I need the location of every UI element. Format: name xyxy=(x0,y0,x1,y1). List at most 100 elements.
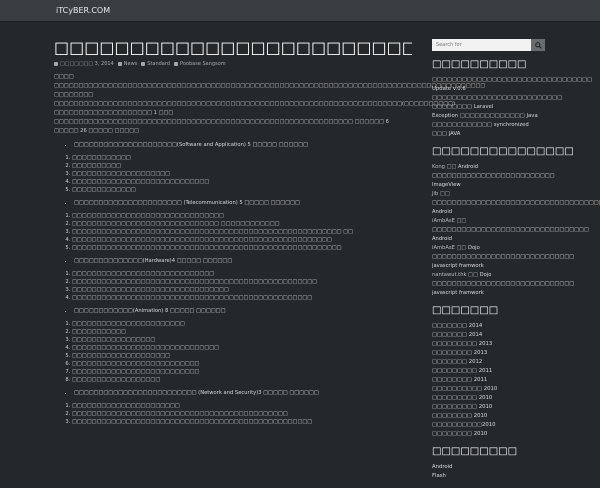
archive-link[interactable]: □□□□□□□□□ 2013 xyxy=(432,340,545,349)
section-heading: □□□□□□□□□□□□□□(Hardware)4 □□□□□ □□□□□□ xyxy=(74,257,412,265)
post-meta: □□□□□□□ 3, 2014 News Standard Poobase Sa… xyxy=(54,61,412,67)
page-wrap: □□□□□□□□□□□□□□□□□□□□□□□□□□□□□□□□ □□□□□□□… xyxy=(0,22,600,488)
archive-link[interactable]: □□□□□□□ 2012 xyxy=(432,358,545,367)
section-item: □□□□□□□□□□□□□□□□□□□□□□□□□□□□□□□□□□□□□□□□… xyxy=(72,228,412,236)
post-category[interactable]: News xyxy=(117,61,138,67)
recent-posts-list: □□□□□□□□□□□□□□□□□□□□□□□□□□□□□□□□ Update … xyxy=(432,76,592,139)
section-item: □□□□□□□□□□□□□□□□□□□□□□□□□□□□□□□□ xyxy=(72,286,412,294)
comment-word: □□ xyxy=(456,245,467,251)
post-category-text: News xyxy=(123,61,138,67)
post-author-text: Poobase Sangsom xyxy=(180,61,226,67)
archive-link[interactable]: □□□□□□□□□ 2010 xyxy=(432,394,545,403)
section-item-list: □□□□□□□□□□□□□□□□□□□□□□□□□□□□□□□□□□□□□□□□… xyxy=(54,212,412,252)
section-heading: □□□□□□□□□□□□(Animation) 8 □□□□□ □□□□□□ xyxy=(74,307,412,315)
section-item: □□□□□□□□□□□□□□□□□□ xyxy=(72,376,412,384)
comment-word: □□ xyxy=(468,272,478,278)
archive-link[interactable]: □□□□□□□□ 2010 xyxy=(432,430,545,439)
comment-author[interactable]: iAmbAsE xyxy=(432,245,455,251)
section-item: □□□□□□□□□□ xyxy=(72,162,412,170)
post-date-text: □□□□□□□ 3, 2014 xyxy=(60,61,114,67)
post-title[interactable]: □□□□□□□□□□□□□□□□□□□□□□□□□□□□□□□□ xyxy=(54,39,412,57)
calendar-icon xyxy=(54,62,58,66)
format-icon xyxy=(141,62,146,66)
section-item: □□□□□□□□□□□□□□□□□□□□□□□□□□ xyxy=(72,360,412,368)
post-date[interactable]: □□□□□□□ 3, 2014 xyxy=(54,61,114,67)
section-item: □□□□□□□□□□□□□□□□□□□□□□□ xyxy=(72,320,412,328)
recent-posts-title: □□□□□□□□□□ xyxy=(432,59,527,70)
comment-author[interactable]: Kong xyxy=(432,164,445,170)
section-item: □□□□□□□□□□□□□□□□□□□□□□ xyxy=(72,402,412,410)
recent-comment: iAmbAsE □□ Dojo □□□□□□□□□□□□□□□□□□□□□□□□… xyxy=(432,244,574,271)
section-item: □□□□□□□□□□□□□ xyxy=(72,186,412,194)
section-item-list: □□□□□□□□□□□□□□□□□□□□□□□□□□□□□□□□□□□□□□□□… xyxy=(54,320,412,384)
category-link[interactable]: Flash xyxy=(432,472,545,481)
recent-comment: Kong □□ Android □□□□□□□□□□□□□□□□□□□□□□□□… xyxy=(432,163,555,190)
archive-link[interactable]: □□□□□□□□□□ 2010 xyxy=(432,385,545,394)
top-bar: iTCyBER.COM xyxy=(0,0,600,22)
comment-post-link[interactable]: □□□□□□□□□□□□□□□□□□□□□□□□□□□□□□□□ Android xyxy=(432,227,589,242)
folder-icon xyxy=(117,62,122,66)
section-heading-list: □□□□□□□□□□□□(Animation) 8 □□□□□ □□□□□□ xyxy=(54,307,412,315)
recent-post-link[interactable]: □□□□□□□□□□□□ synchronized □□□ JAVA xyxy=(432,121,545,139)
archive-link[interactable]: □□□□□□□□ 2013 xyxy=(432,349,545,358)
archives-list: □□□□□□□ 2014 □□□□□□□ 2014 □□□□□□□□□ 2013 □□… xyxy=(432,322,545,439)
archive-link[interactable]: □□□□□□□□□□2010 xyxy=(432,421,545,430)
section-item-list: □□□□□□□□□□□□□□□□□□□□□□□□□□□□□□□□□□□□□□□□… xyxy=(54,402,412,426)
section-item: □□□□□□□□□□□□□□□□□□□□□□□□□□□□ xyxy=(72,178,412,186)
archive-link[interactable]: □□□□□□□□ 2011 xyxy=(432,376,545,385)
categories-list: Android Flash xyxy=(432,463,545,481)
section-item: □□□□□□□□□□□□□□□□□□□□□□□□□□□□□□□□□□□□□□□□… xyxy=(72,244,412,252)
categories-title: □□□□□□□□□ xyxy=(432,446,518,457)
archives-title: □□□□□□□ xyxy=(432,305,499,316)
user-icon xyxy=(174,62,179,66)
comment-post-link[interactable]: □□□□□□□□□□□□□□□□□□□□□□□□□□□□□□□□□□□□□□□ … xyxy=(432,200,600,215)
section-item: □□□□□□□□□□□□□□□□□□□□ xyxy=(72,352,412,360)
search-icon xyxy=(534,41,542,49)
recent-comment: Jib □□ □□□□□□□□□□□□□□□□□□□□□□□□□□□□□□□□□… xyxy=(432,190,600,217)
post-intro: □□□□ □□□□□□□□□□□□□□□□□□□□□□□□□□□□□□□□□□□… xyxy=(54,74,486,134)
recent-post-link[interactable]: Exception □□□□□□□□□□□□□ Java xyxy=(432,112,545,121)
section-heading-list: □□□□□□□□□□□□□□□□□□□□□(Software and Appli… xyxy=(54,141,412,149)
post-format-text: Standard xyxy=(147,61,171,67)
section-item: □□□□□□□□□□□□□□□□□□□□□□□□□□□□□□□□□□□□□□□□… xyxy=(72,418,412,426)
section-heading-list: □□□□□□□□□□□□□□□□□□□□□□□□□ (Network and S… xyxy=(54,389,412,397)
archive-link[interactable]: □□□□□□□□□ 2011 xyxy=(432,367,545,376)
recent-comment: iAmbAsE □□ □□□□□□□□□□□□□□□□□□□□□□□□□□□□□… xyxy=(432,217,589,244)
section-item: □□□□□□□□□□□□□□□□□□□□□□□□□□□□□□□□□□□□□□□□… xyxy=(72,294,412,302)
section-item: □□□□□□□□□□□□□□□□□□□□□□□□□□□□□□□□□□□□□□□□… xyxy=(72,236,412,244)
section-item: □□□□□□□□□□□□□□□□□□□□□□□□□□□□□□□□□□□□□□□□… xyxy=(72,278,412,286)
search-input[interactable] xyxy=(432,39,532,51)
archive-link[interactable]: □□□□□□□ 2014 xyxy=(432,331,545,340)
site-title[interactable]: iTCyBER.COM xyxy=(56,6,110,15)
section-item-list: □□□□□□□□□□□□□□□□□□□□□□□□□□□□□□□□□□□□□□□□… xyxy=(54,270,412,302)
section-heading: □□□□□□□□□□□□□□□□□□□□□□ (Telecommunicatio… xyxy=(74,199,412,207)
section-heading-list: □□□□□□□□□□□□□□□□□□□□□□ (Telecommunicatio… xyxy=(54,199,412,207)
comment-word: □□ xyxy=(446,164,457,170)
section-item: □□□□□□□□□□□□□□□□□□□□□□□□□□ xyxy=(72,368,412,376)
post-sections: □□□□□□□□□□□□□□□□□□□□□(Software and Appli… xyxy=(54,141,412,426)
recent-post-link[interactable]: □□□□□□□□ Laravel xyxy=(432,103,545,112)
archive-link[interactable]: □□□□□□□□ 2010 xyxy=(432,412,545,421)
section-item-list: □□□□□□□□□□□□□□□□□□□□□□□□□□□□□□□□□□□□□□□□… xyxy=(54,154,412,194)
archive-link[interactable]: □□□□□□□ 2014 xyxy=(432,322,545,331)
search-form xyxy=(432,39,545,51)
section-heading: □□□□□□□□□□□□□□□□□□□□□□□□□ (Network and S… xyxy=(74,389,412,397)
section-heading-list: □□□□□□□□□□□□□□(Hardware)4 □□□□□ □□□□□□ xyxy=(54,257,412,265)
search-button[interactable] xyxy=(531,39,545,51)
main-content: □□□□□□□□□□□□□□□□□□□□□□□□□□□□□□□□ □□□□□□□… xyxy=(54,39,486,488)
comment-author[interactable]: nantawut.thk xyxy=(432,272,467,278)
post-author[interactable]: Poobase Sangsom xyxy=(174,61,226,67)
section-item: □□□□□□□□□□□□□□□□□ xyxy=(72,336,412,344)
section-item: □□□□□□□□□□□□ xyxy=(72,154,412,162)
comment-author[interactable]: Jib xyxy=(432,191,438,197)
comment-word: □□ xyxy=(456,218,467,224)
post-format[interactable]: Standard xyxy=(141,61,170,67)
archive-link[interactable]: □□□□□□□□□ 2010 xyxy=(432,403,545,412)
category-link[interactable]: Android xyxy=(432,463,545,472)
recent-post-link[interactable]: □□□□□□□□□□□□□□□□□□□□□□□□□□□□□□□□ Update … xyxy=(432,76,592,103)
section-item: □□□□□□□□□□□□□□□□□□□□□□□□□□□□□□ □□□□□□□□□… xyxy=(72,220,412,228)
recent-comments-title: □□□□□□□□□□□□□□□ xyxy=(432,146,574,157)
sidebar: □□□□□□□□□□ □□□□□□□□□□□□□□□□□□□□□□□□□□□□□… xyxy=(432,39,600,488)
comment-author[interactable]: iAmbAsE xyxy=(432,218,455,224)
section-heading: □□□□□□□□□□□□□□□□□□□□□(Software and Appli… xyxy=(74,141,412,149)
